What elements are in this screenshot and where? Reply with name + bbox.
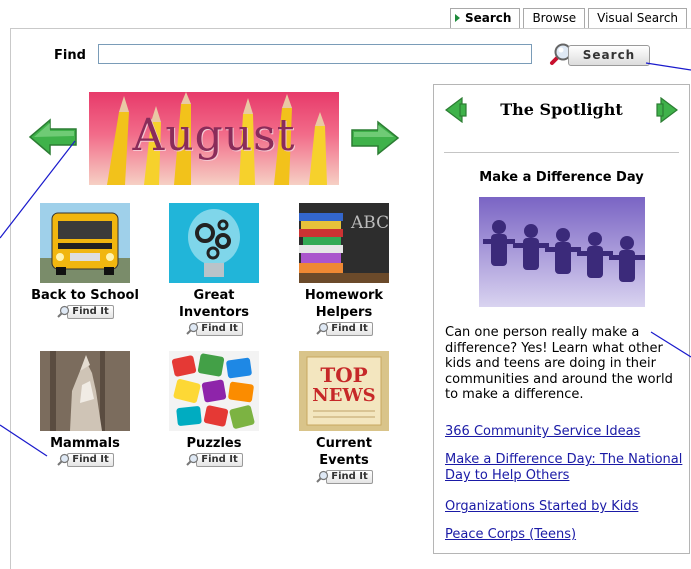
find-it-button[interactable]: Find It: [56, 305, 114, 319]
magnifier-icon: [316, 470, 329, 483]
magnifier-icon: [186, 453, 199, 466]
find-it-button[interactable]: Find It: [315, 322, 373, 336]
arrow-left-icon[interactable]: [28, 118, 78, 156]
magnifier-icon: [316, 322, 329, 335]
tab-visual-search-label: Visual Search: [597, 11, 679, 25]
tile-puzzles[interactable]: Puzzles Find It: [159, 351, 269, 471]
find-it-label: Find It: [196, 453, 243, 467]
find-it-label: Find It: [67, 453, 114, 467]
tile-caption-text: Current Events: [316, 436, 372, 468]
news-image: TOP NEWS: [299, 351, 389, 431]
search-input[interactable]: [98, 44, 532, 64]
tile-caption-text: Homework Helpers: [304, 288, 384, 320]
tile-great-inventors[interactable]: Great Inventors Find It: [159, 203, 269, 340]
paper-chain-image: [479, 197, 645, 307]
chalkboard-abc: ABC: [351, 213, 389, 233]
find-it-button[interactable]: Find It: [185, 322, 243, 336]
search-button[interactable]: Search: [568, 45, 650, 66]
spotlight-link-peace-corps[interactable]: Peace Corps (Teens): [445, 527, 685, 543]
tab-browse[interactable]: Browse: [523, 8, 586, 28]
spotlight-link-organizations[interactable]: Organizations Started by Kids: [445, 499, 685, 515]
news-news-text: NEWS: [312, 385, 376, 406]
tab-visual-search[interactable]: Visual Search: [588, 8, 688, 28]
tab-search[interactable]: Search: [450, 8, 521, 28]
spotlight-divider: [444, 152, 679, 153]
find-label: Find: [54, 48, 86, 63]
find-it-label: Find It: [196, 322, 243, 336]
tile-caption: Current Events: [289, 435, 399, 469]
school-bus-image: [40, 203, 130, 283]
magnifier-icon: [186, 322, 199, 335]
find-it-label: Find It: [67, 305, 114, 319]
spotlight-panel: The Spotlight Make a Difference Day Can …: [433, 84, 690, 554]
find-it-button[interactable]: Find It: [56, 453, 114, 467]
tile-caption: Mammals: [50, 436, 120, 451]
tile-mammals[interactable]: Mammals Find It: [30, 351, 140, 471]
spotlight-subtitle: Make a Difference Day: [479, 170, 644, 185]
spotlight-title: The Spotlight: [500, 100, 623, 119]
tile-homework-helpers[interactable]: ABC Homework Helpers Find It: [289, 203, 399, 340]
active-tab-triangle-icon: [455, 14, 460, 22]
tile-caption-text: Great Inventors: [179, 288, 249, 320]
spotlight-description: Can one person really make a difference?…: [445, 325, 673, 402]
tile-current-events[interactable]: TOP NEWS Current Events Find It: [289, 351, 399, 488]
spotlight-link-make-a-difference-day[interactable]: Make a Difference Day: The National Day …: [445, 452, 685, 484]
lightbulb-gears-image: [169, 203, 259, 283]
arrow-right-icon[interactable]: [350, 120, 400, 156]
tile-caption: Puzzles: [186, 436, 242, 451]
tab-search-label: Search: [465, 11, 512, 25]
tile-caption: Great Inventors: [159, 287, 269, 321]
tab-browse-label: Browse: [532, 11, 577, 25]
month-title: August: [132, 110, 296, 161]
books-chalkboard-image: ABC: [299, 203, 389, 283]
month-banner: August: [89, 92, 339, 185]
magnifier-icon: [57, 453, 70, 466]
find-it-label: Find It: [326, 470, 373, 484]
spotlight-link-community-service[interactable]: 366 Community Service Ideas: [445, 424, 685, 440]
find-it-button[interactable]: Find It: [315, 470, 373, 484]
tile-back-to-school[interactable]: Back to School Find It: [30, 203, 140, 323]
wolf-image: [40, 351, 130, 431]
tab-bar: Search Browse Visual Search: [450, 8, 690, 28]
news-top-text: TOP: [320, 363, 368, 387]
magnifier-icon: [57, 305, 70, 318]
find-it-button[interactable]: Find It: [185, 453, 243, 467]
tile-caption: Homework Helpers: [289, 287, 399, 321]
find-it-label: Find It: [326, 322, 373, 336]
arrow-right-icon[interactable]: [655, 97, 679, 123]
tile-caption: Back to School: [31, 288, 139, 303]
puzzle-pieces-image: [169, 351, 259, 431]
